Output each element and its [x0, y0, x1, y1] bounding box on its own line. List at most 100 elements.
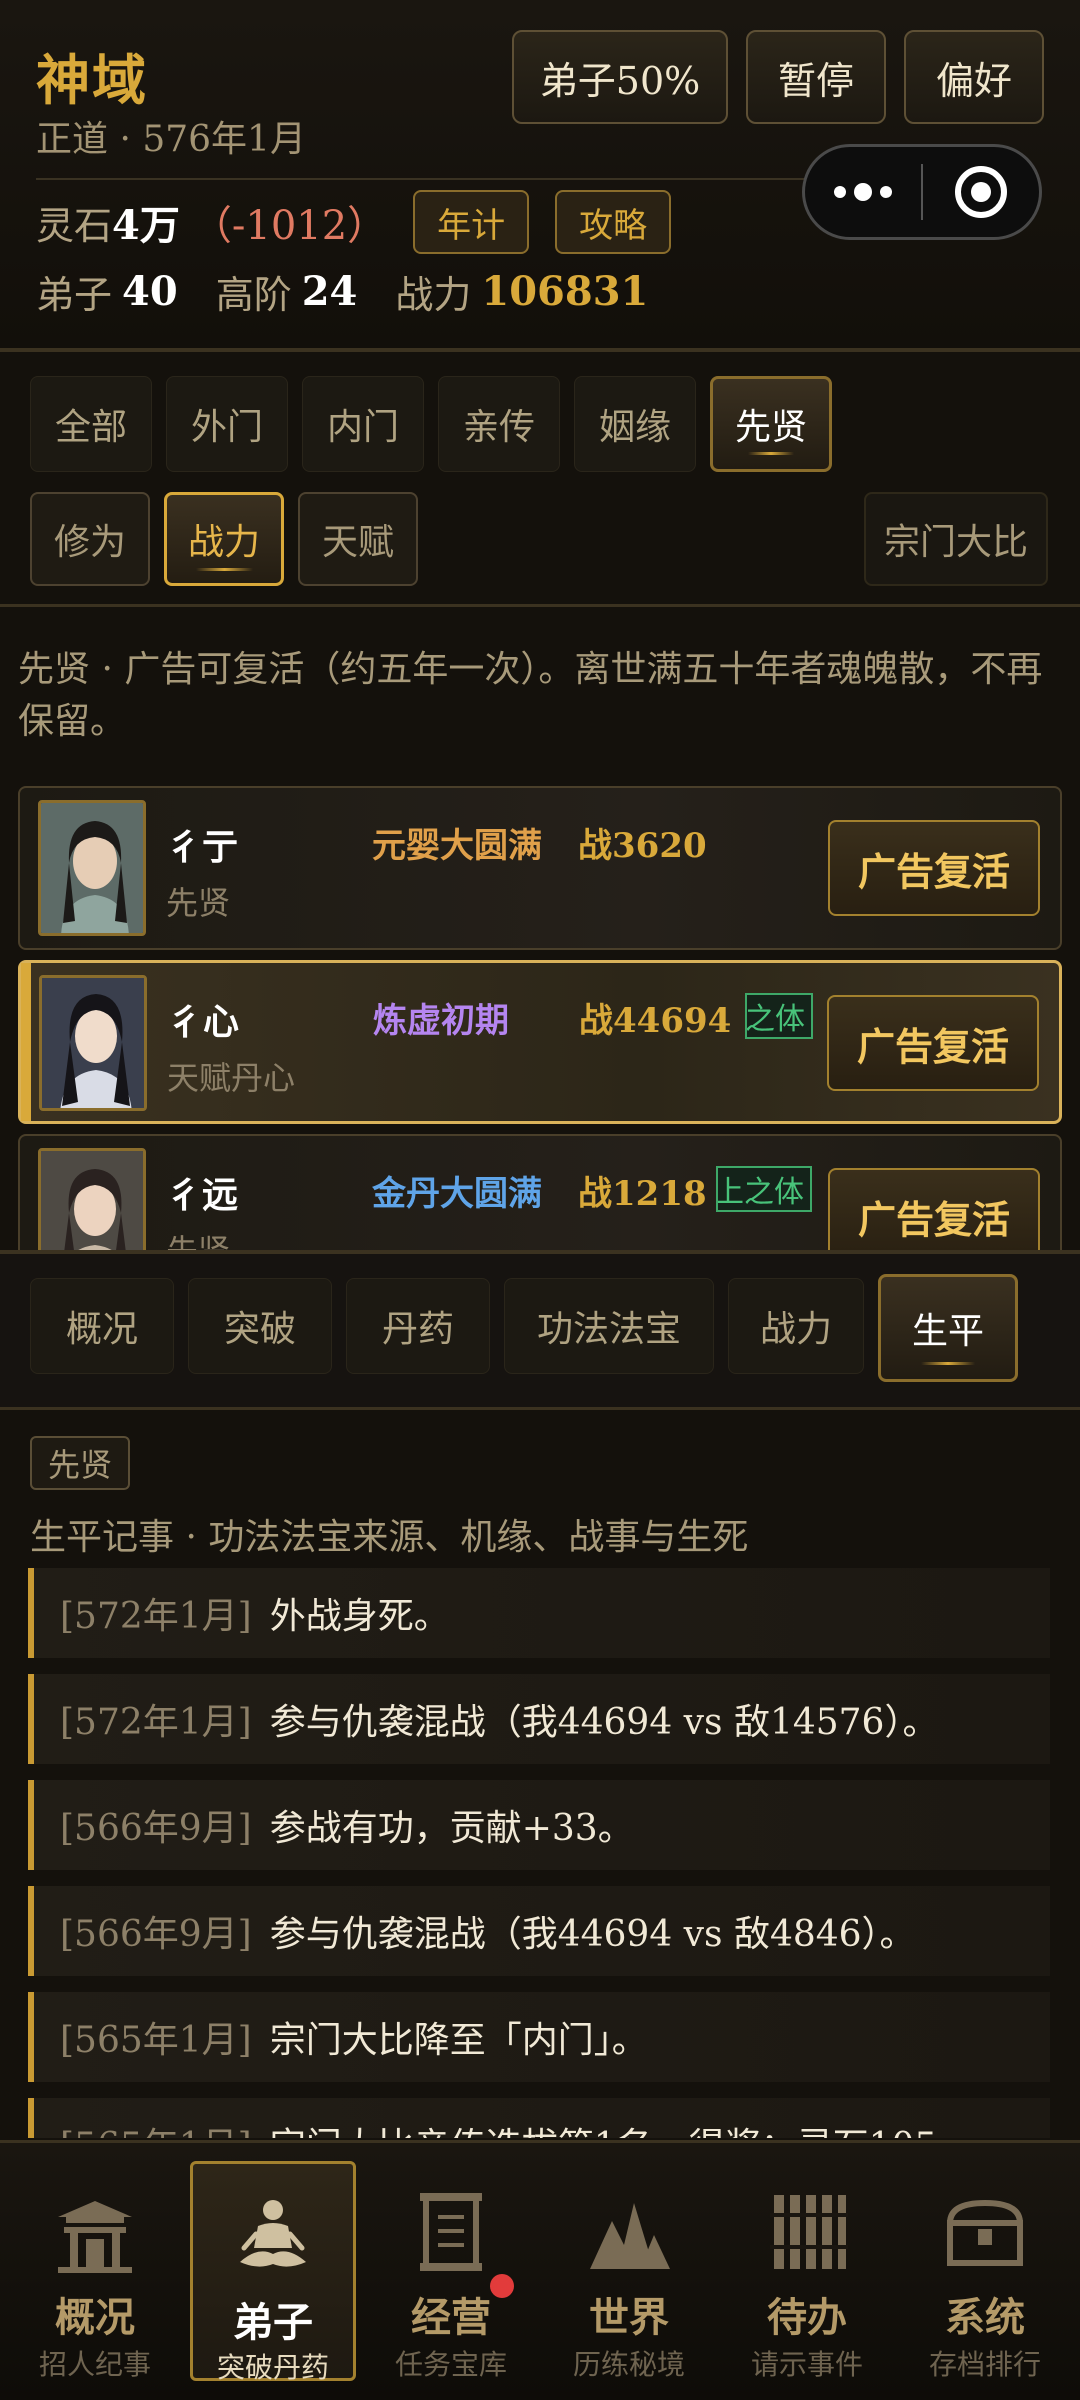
event-row: [565年1月] 宗门大比降至「内门」。: [28, 1992, 1050, 2082]
member-power: 战44694: [579, 1001, 732, 1041]
guide-button[interactable]: 攻略: [555, 190, 672, 254]
tab-overview[interactable]: 概况: [30, 1278, 174, 1374]
tab-pills[interactable]: 丹药: [346, 1278, 490, 1374]
sect-date: 正道 · 576年1月: [36, 119, 306, 160]
detail-tabs: 概况 突破 丹药 功法法宝 战力 生平: [30, 1274, 1018, 1382]
preferences-button[interactable]: 偏好: [904, 30, 1044, 124]
member-title: 先贤: [166, 884, 231, 922]
member-name: 彳远: [166, 1174, 239, 1216]
tab-ancestors[interactable]: 先贤: [710, 376, 832, 472]
nav-world[interactable]: 世界 历练秘境: [540, 2143, 718, 2400]
nav-sublabel: 历练秘境: [572, 2348, 685, 2381]
ad-revive-button[interactable]: 广告复活: [827, 995, 1039, 1091]
event-text: 参战有功，贡献+33。: [269, 1808, 634, 1849]
pavilion-icon: [58, 2201, 132, 2273]
scroll-icon: [420, 2193, 482, 2271]
nav-sublabel: 任务宝库: [394, 2348, 507, 2381]
member-portrait: [38, 1148, 146, 1250]
sort-power-button[interactable]: 战力: [164, 492, 284, 586]
nav-todo[interactable]: 待办 请示事件: [718, 2143, 896, 2400]
top-header: 神域 正道 · 576年1月 弟子50% 暂停 偏好 灵石 4万 （-1012）…: [0, 0, 1080, 352]
member-realm: 元婴大圆满: [372, 826, 542, 866]
event-row: [566年9月] 参与仇袭混战（我44694 vs 敌4846）。: [28, 1886, 1050, 1976]
nav-sublabel: 存档排行: [928, 2348, 1041, 2381]
tab-all[interactable]: 全部: [30, 376, 152, 472]
filter-divider: [0, 604, 1080, 607]
bamboo-slips-icon: [770, 2195, 848, 2269]
biography-heading: 生平记事 · 功法法宝来源、机缘、战事与生死: [30, 1517, 749, 1558]
disciples-count: 40: [122, 268, 178, 315]
tab-breakthrough[interactable]: 突破: [188, 1278, 332, 1374]
close-miniprogram-icon[interactable]: [923, 166, 1039, 218]
event-text: 宗门大比降至「内门」。: [269, 2020, 648, 2061]
member-title: 先贤: [166, 1226, 230, 1250]
sect-name: 神域: [36, 48, 148, 112]
tab-biography[interactable]: 生平: [878, 1274, 1018, 1382]
event-text: 参与仇袭混战（我44694 vs 敌4846）。: [269, 1914, 916, 1955]
member-power: 战3620: [578, 826, 707, 866]
member-card[interactable]: 彳远 先贤 金丹大圆满 战1218 上之体 广告复活: [18, 1134, 1062, 1250]
nav-label: 概况: [55, 2294, 135, 2341]
ad-revive-button[interactable]: 广告复活: [828, 820, 1040, 916]
nav-sublabel: 请示事件: [750, 2348, 863, 2381]
nav-label: 经营: [411, 2294, 491, 2341]
header-divider: [36, 178, 806, 180]
event-date: [572年1月]: [60, 1702, 252, 1743]
tab-marriage[interactable]: 姻缘: [574, 376, 696, 472]
power-label: 战力: [395, 273, 472, 317]
more-menu-icon[interactable]: [805, 183, 921, 201]
sort-cultivation-button[interactable]: 修为: [30, 492, 150, 586]
category-tabs: 全部 外门 内门 亲传 姻缘 先贤: [30, 376, 832, 472]
tab-power[interactable]: 战力: [728, 1278, 864, 1374]
member-portrait: [38, 800, 146, 936]
event-text: 参与仇袭混战（我44694 vs 敌14576）。: [269, 1702, 939, 1743]
nav-system[interactable]: 系统 存档排行: [896, 2143, 1074, 2400]
event-date: [565年1月]: [60, 2020, 252, 2061]
bottom-navigation: 概况 招人纪事 弟子 突破丹药 经营 任务宝库 世界 历练秘境 待办 请示事件 …: [0, 2140, 1080, 2400]
miniprogram-capsule[interactable]: [802, 144, 1042, 240]
member-name: 彳心: [167, 1001, 240, 1043]
member-power: 战1218: [578, 1174, 707, 1214]
member-card-selected[interactable]: 彳心 天赋丹心 炼虚初期 战44694 之体 广告复活: [18, 960, 1062, 1124]
sort-talent-button[interactable]: 天赋: [298, 492, 418, 586]
member-trait-tag: 之体: [745, 993, 813, 1039]
member-realm: 炼虚初期: [373, 1001, 509, 1041]
spirit-stone-label: 灵石: [36, 203, 113, 248]
disciples-percent-button[interactable]: 弟子50%: [512, 30, 728, 124]
member-trait-tag: 上之体: [716, 1166, 812, 1212]
event-row: [572年1月] 外战身死。: [28, 1568, 1050, 1658]
meditation-icon: [240, 2200, 306, 2267]
tab-techniques[interactable]: 功法法宝: [504, 1278, 714, 1374]
tab-outer[interactable]: 外门: [166, 376, 288, 472]
event-date: [572年1月]: [60, 1596, 252, 1637]
member-realm: 金丹大圆满: [372, 1174, 542, 1214]
annual-plan-button[interactable]: 年计: [413, 190, 530, 254]
nav-management[interactable]: 经营 任务宝库: [362, 2143, 540, 2400]
tab-personal[interactable]: 亲传: [438, 376, 560, 472]
biography-events[interactable]: [572年1月] 外战身死。 [572年1月] 参与仇袭混战（我44694 vs…: [28, 1568, 1050, 2138]
notification-dot: [490, 2274, 514, 2298]
nav-label: 待办: [767, 2294, 847, 2341]
event-row: [565年1月] 宗门大比亲传选拔第1名，得奖：灵石105。: [28, 2098, 1050, 2138]
sect-stats-row: 弟子 40 高阶 24 战力 106831: [36, 264, 648, 319]
disciples-label: 弟子: [36, 273, 113, 317]
senior-count: 24: [301, 268, 358, 315]
ad-revive-button[interactable]: 广告复活: [828, 1168, 1040, 1250]
ancestor-notice: 先贤 · 广告可复活（约五年一次）。离世满五十年者魂魄散，不再保留。: [18, 649, 1043, 742]
nav-label: 世界: [589, 2294, 669, 2341]
member-list[interactable]: 彳亍 先贤 元婴大圆满 战3620 广告复活 彳心 天赋丹心 炼虚初期 战446…: [0, 782, 1080, 1250]
chest-icon: [946, 2199, 1024, 2266]
member-card[interactable]: 彳亍 先贤 元婴大圆满 战3620 广告复活: [18, 786, 1062, 950]
nav-disciples[interactable]: 弟子 突破丹药: [190, 2161, 356, 2384]
event-text: 外战身死。: [269, 1596, 450, 1637]
pause-button[interactable]: 暂停: [746, 30, 886, 124]
event-text: 宗门大比亲传选拔第1名，得奖：灵石105。: [270, 2117, 974, 2138]
senior-label: 高阶: [215, 273, 292, 317]
nav-label: 系统: [945, 2294, 1025, 2341]
tab-inner[interactable]: 内门: [302, 376, 424, 472]
nav-overview[interactable]: 概况 招人纪事: [6, 2143, 184, 2400]
spirit-stone-value: 4万: [112, 202, 180, 249]
member-title: 天赋丹心: [167, 1059, 296, 1097]
nav-sublabel: 招人纪事: [38, 2348, 151, 2381]
sect-tournament-button[interactable]: 宗门大比: [864, 492, 1048, 586]
